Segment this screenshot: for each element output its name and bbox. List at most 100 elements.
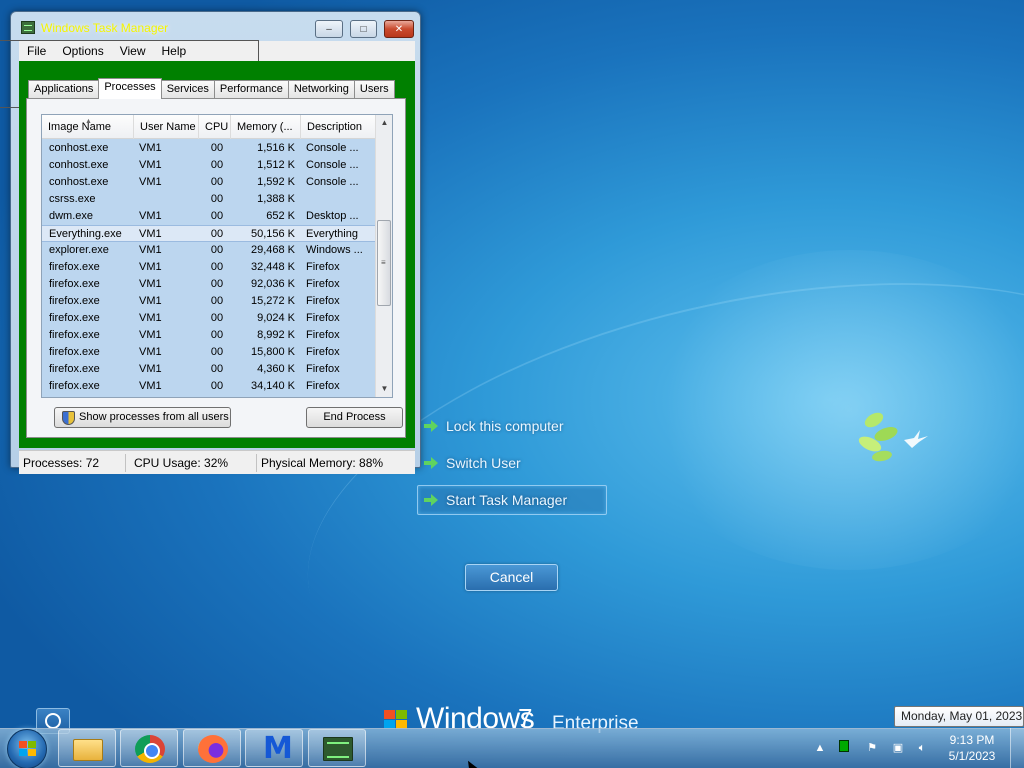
switch-user-option[interactable]: Switch User xyxy=(418,453,538,473)
action-center-icon[interactable]: ⚑ xyxy=(864,740,880,756)
column-description[interactable]: Description xyxy=(301,115,376,139)
foliage-icon xyxy=(858,412,898,462)
column-cpu-label: CPU xyxy=(205,121,229,133)
show-desktop-button[interactable] xyxy=(1010,728,1024,768)
status-cpu-usage: CPU Usage: 32% xyxy=(126,453,257,472)
cell-description: Firefox xyxy=(306,380,340,392)
menu-file[interactable]: File xyxy=(19,44,54,58)
table-row[interactable]: conhost.exe VM1 00 1,512 K Console ... xyxy=(42,157,376,174)
cell-memory: 1,388 K xyxy=(257,193,295,205)
minimize-button[interactable]: – xyxy=(315,20,343,38)
cell-image-name: explorer.exe xyxy=(49,244,109,256)
show-hidden-icons-icon[interactable]: ▲ xyxy=(812,740,828,756)
wallpaper-streak xyxy=(350,0,1024,559)
table-row[interactable]: dwm.exe VM1 00 652 K Desktop ... xyxy=(42,208,376,225)
cell-image-name: conhost.exe xyxy=(49,142,109,154)
tab-users[interactable]: Users xyxy=(353,80,395,98)
menu-view[interactable]: View xyxy=(112,44,154,58)
arrow-right-icon xyxy=(424,457,438,469)
column-image-name[interactable]: ▲ Image Name xyxy=(42,115,134,139)
firefox-icon xyxy=(198,735,228,763)
table-row[interactable]: conhost.exe VM1 00 1,516 K Console ... xyxy=(42,140,376,157)
cell-description: Firefox xyxy=(306,278,340,290)
table-row[interactable]: firefox.exe VM1 00 92,036 K Firefox xyxy=(42,276,376,293)
chrome-icon xyxy=(135,735,165,763)
cell-description xyxy=(306,191,374,208)
table-row[interactable]: firefox.exe VM1 00 4,360 K Firefox xyxy=(42,361,376,378)
table-row-highlighted[interactable]: Everything.exe VM1 00 50,156 K Everything xyxy=(42,225,376,242)
table-row[interactable]: firefox.exe VM1 00 34,140 K Firefox xyxy=(42,378,376,395)
taskbar-task-manager[interactable] xyxy=(308,729,366,767)
cell-memory: 92,036 K xyxy=(250,278,295,290)
start-task-manager-option[interactable]: Start Task Manager xyxy=(417,485,607,515)
sort-ascending-icon: ▲ xyxy=(85,118,92,125)
taskbar-malwarebytes[interactable] xyxy=(245,729,303,767)
cell-cpu: 00 xyxy=(210,312,224,324)
table-row[interactable]: firefox.exe VM1 00 9,024 K Firefox xyxy=(42,310,376,327)
cell-cpu: 00 xyxy=(210,278,224,290)
vertical-scrollbar[interactable]: ▲ ≡ ▼ xyxy=(375,115,392,397)
cancel-button[interactable]: Cancel xyxy=(465,564,558,591)
clock-date: 5/1/2023 xyxy=(948,749,996,763)
clock-time: 9:13 PM xyxy=(949,733,995,747)
table-row[interactable]: firefox.exe VM1 00 15,272 K Firefox xyxy=(42,293,376,310)
taskbar-chrome[interactable] xyxy=(120,729,178,767)
title-bar[interactable]: Windows Task Manager – □ ✕ xyxy=(11,12,420,42)
lock-computer-label: Lock this computer xyxy=(446,418,564,434)
cell-description: Console ... xyxy=(306,142,359,154)
tab-processes[interactable]: Processes xyxy=(98,78,162,99)
cell-user-name: VM1 xyxy=(139,278,162,290)
scroll-up-icon[interactable]: ▲ xyxy=(376,115,392,131)
cpu-meter-icon[interactable] xyxy=(836,740,852,756)
cell-image-name: csrss.exe xyxy=(49,193,96,205)
tab-performance[interactable]: Performance xyxy=(213,80,289,98)
tab-networking[interactable]: Networking xyxy=(287,80,355,98)
table-row[interactable]: conhost.exe VM1 00 1,592 K Console ... xyxy=(42,174,376,191)
column-image-name-label: Image Name xyxy=(48,121,111,133)
lock-computer-option[interactable]: Lock this computer xyxy=(418,416,578,436)
arrow-right-icon xyxy=(424,420,438,432)
show-all-processes-button[interactable]: Show processes from all users xyxy=(54,407,231,428)
show-all-processes-label: Show processes from all users xyxy=(79,411,229,423)
cell-user-name: VM1 xyxy=(139,261,162,273)
taskbar-explorer[interactable] xyxy=(58,729,116,767)
scroll-thumb[interactable]: ≡ xyxy=(377,220,391,306)
cell-cpu: 00 xyxy=(210,142,224,154)
cell-user-name: VM1 xyxy=(139,176,162,188)
table-row[interactable]: explorer.exe VM1 00 29,468 K Windows ... xyxy=(42,242,376,259)
cell-description: Firefox xyxy=(306,329,340,341)
column-cpu[interactable]: CPU xyxy=(199,115,231,139)
tab-applications[interactable]: Applications xyxy=(28,80,100,98)
cell-user-name: VM1 xyxy=(139,363,162,375)
status-processes: Processes: 72 xyxy=(19,453,126,472)
table-row[interactable]: firefox.exe VM1 00 15,800 K Firefox xyxy=(42,344,376,361)
taskbar-firefox[interactable] xyxy=(183,729,241,767)
menu-help[interactable]: Help xyxy=(154,44,195,58)
process-list-header: ▲ Image Name User Name CPU Memory (... D… xyxy=(42,115,376,139)
column-memory[interactable]: Memory (... xyxy=(231,115,301,139)
column-user-name[interactable]: User Name xyxy=(134,115,199,139)
table-row[interactable]: firefox.exe VM1 00 32,448 K Firefox xyxy=(42,259,376,276)
table-row[interactable]: firefox.exe VM1 00 8,992 K Firefox xyxy=(42,327,376,344)
cell-user-name: VM1 xyxy=(139,210,162,222)
cell-cpu: 00 xyxy=(210,346,224,358)
table-row[interactable]: csrss.exe 00 1,388 K xyxy=(42,191,376,208)
cell-memory: 4,360 K xyxy=(257,363,295,375)
close-button[interactable]: ✕ xyxy=(384,20,414,38)
cell-memory: 8,992 K xyxy=(257,329,295,341)
taskbar-clock[interactable]: 9:13 PM 5/1/2023 xyxy=(940,732,1004,764)
volume-icon[interactable]: 🔈︎ xyxy=(914,740,930,756)
tab-services[interactable]: Services xyxy=(160,80,215,98)
column-user-name-label: User Name xyxy=(140,121,196,133)
cell-cpu: 00 xyxy=(210,380,224,392)
process-list[interactable]: ▲ Image Name User Name CPU Memory (... D… xyxy=(41,114,393,398)
cell-memory: 9,024 K xyxy=(257,312,295,324)
menu-options[interactable]: Options xyxy=(54,44,111,58)
scroll-down-icon[interactable]: ▼ xyxy=(376,381,392,397)
cell-user-name: VM1 xyxy=(139,228,162,240)
start-button[interactable] xyxy=(7,729,47,768)
maximize-button[interactable]: □ xyxy=(350,20,377,38)
end-process-button[interactable]: End Process xyxy=(306,407,403,428)
network-icon[interactable]: ▣ xyxy=(890,740,906,756)
menu-bar: File Options View Help xyxy=(19,41,415,61)
